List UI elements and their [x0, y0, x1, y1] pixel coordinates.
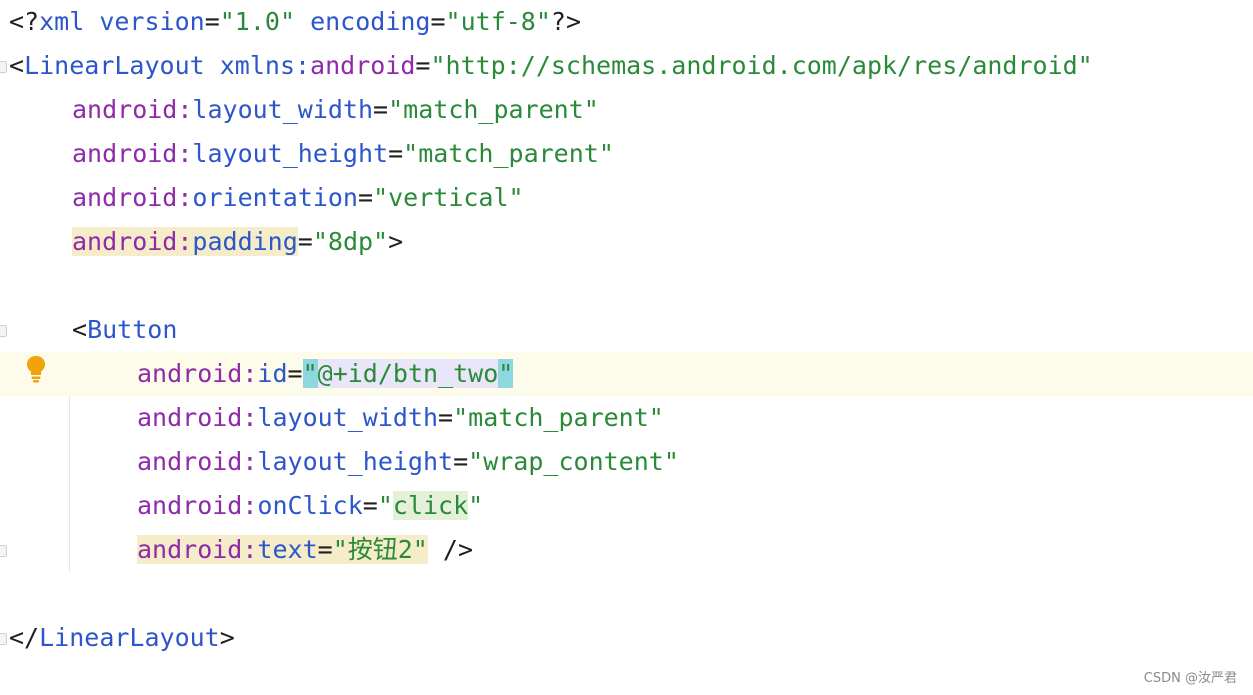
code-text: android:layout_width="match_parent" — [137, 396, 664, 440]
code-token: xmlns: — [204, 51, 311, 80]
code-token: = — [204, 7, 220, 36]
code-text: android:layout_height="wrap_content" — [137, 440, 679, 484]
code-token: android: — [72, 139, 193, 168]
code-token: "utf-8" — [445, 7, 551, 36]
code-token: = — [438, 403, 454, 432]
code-line[interactable] — [0, 572, 1253, 616]
code-line[interactable]: android:orientation="vertical" — [0, 176, 1253, 220]
code-text: android:orientation="vertical" — [72, 176, 524, 220]
code-line[interactable]: android:text="按钮2" /> — [0, 528, 1253, 572]
code-line[interactable]: <?xml version="1.0" encoding="utf-8"?> — [0, 0, 1253, 44]
code-token: > — [388, 227, 404, 256]
code-token: ?> — [550, 7, 582, 36]
code-token: onClick — [257, 491, 363, 520]
code-token: LinearLayout — [24, 51, 205, 80]
code-token: = — [297, 227, 313, 256]
code-line[interactable]: <LinearLayout xmlns:android="http://sche… — [0, 44, 1253, 88]
code-token: " — [377, 491, 393, 520]
code-token: "wrap_content" — [468, 447, 679, 476]
code-token: /> — [427, 535, 474, 564]
code-token: android: — [137, 535, 258, 564]
code-token: android: — [72, 227, 193, 256]
code-token: </ — [9, 623, 40, 652]
fold-marker-icon[interactable] — [0, 44, 8, 88]
fold-marker-icon[interactable] — [0, 308, 8, 352]
code-token: "match_parent" — [388, 95, 599, 124]
code-token: android: — [137, 447, 258, 476]
fold-marker-icon[interactable] — [0, 616, 8, 660]
code-token: < — [9, 51, 25, 80]
code-line[interactable]: android:layout_width="match_parent" — [0, 88, 1253, 132]
code-token: padding — [192, 227, 298, 256]
code-token: "8dp" — [312, 227, 389, 256]
code-token: encoding — [295, 7, 431, 36]
code-token: = — [287, 359, 303, 388]
code-text: android:padding="8dp"> — [72, 220, 403, 264]
code-text: android:layout_height="match_parent" — [72, 132, 614, 176]
code-token: orientation — [192, 183, 358, 212]
code-line-current[interactable]: android:id="@+id/btn_two" — [0, 352, 1253, 396]
code-token: "vertical" — [373, 183, 524, 212]
code-token: Button — [87, 315, 178, 344]
code-token: " — [498, 359, 514, 388]
code-token: layout_width — [192, 95, 374, 124]
code-token: = — [415, 51, 431, 80]
code-line[interactable]: android:layout_width="match_parent" — [0, 396, 1253, 440]
code-token: @+id/btn_two — [317, 359, 499, 388]
code-text: android:id="@+id/btn_two" — [137, 352, 514, 396]
code-token: id — [257, 359, 288, 388]
code-token: <? — [9, 7, 40, 36]
code-token: android: — [137, 491, 258, 520]
code-token: "1.0" — [219, 7, 296, 36]
code-token: = — [388, 139, 404, 168]
code-token: text — [257, 535, 318, 564]
code-line[interactable] — [0, 264, 1253, 308]
code-token: layout_height — [192, 139, 389, 168]
code-token: layout_height — [257, 447, 454, 476]
code-token: = — [358, 183, 374, 212]
code-line[interactable]: </LinearLayout> — [0, 616, 1253, 660]
code-token: android: — [137, 403, 258, 432]
code-line[interactable]: android:padding="8dp"> — [0, 220, 1253, 264]
code-line[interactable]: android:layout_height="match_parent" — [0, 132, 1253, 176]
code-token: " — [302, 359, 318, 388]
code-token: = — [430, 7, 446, 36]
code-token: "按钮2" — [332, 535, 428, 564]
code-text: </LinearLayout> — [9, 616, 235, 660]
code-token: " — [468, 491, 484, 520]
code-token: = — [317, 535, 333, 564]
code-token: click — [392, 491, 469, 520]
code-text: <LinearLayout xmlns:android="http://sche… — [9, 44, 1093, 88]
code-text: <Button — [72, 308, 177, 352]
code-text: android:onClick="click" — [137, 484, 483, 528]
code-token: "http://schemas.android.com/apk/res/andr… — [430, 51, 1093, 80]
code-token: "match_parent" — [453, 403, 664, 432]
code-text: android:layout_width="match_parent" — [72, 88, 599, 132]
code-editor[interactable]: <?xml version="1.0" encoding="utf-8"?> <L… — [0, 0, 1253, 695]
code-token: android — [310, 51, 416, 80]
code-line[interactable]: <Button — [0, 308, 1253, 352]
code-token: = — [373, 95, 389, 124]
code-line[interactable]: android:layout_height="wrap_content" — [0, 440, 1253, 484]
fold-marker-icon[interactable] — [0, 528, 8, 572]
code-text: android:text="按钮2" /> — [137, 528, 473, 572]
code-token: = — [362, 491, 378, 520]
code-token: > — [219, 623, 235, 652]
code-token: android: — [72, 183, 193, 212]
code-token: = — [453, 447, 469, 476]
code-token: < — [72, 315, 88, 344]
code-token: layout_width — [257, 403, 439, 432]
code-token: version — [84, 7, 205, 36]
lightbulb-icon[interactable] — [24, 354, 48, 386]
code-line[interactable]: android:onClick="click" — [0, 484, 1253, 528]
watermark: CSDN @汝严君 — [1143, 671, 1237, 686]
code-token: xml — [39, 7, 85, 36]
code-token: android: — [137, 359, 258, 388]
code-text: <?xml version="1.0" encoding="utf-8"?> — [9, 0, 581, 44]
code-token: LinearLayout — [39, 623, 220, 652]
code-token: "match_parent" — [403, 139, 614, 168]
code-token: android: — [72, 95, 193, 124]
